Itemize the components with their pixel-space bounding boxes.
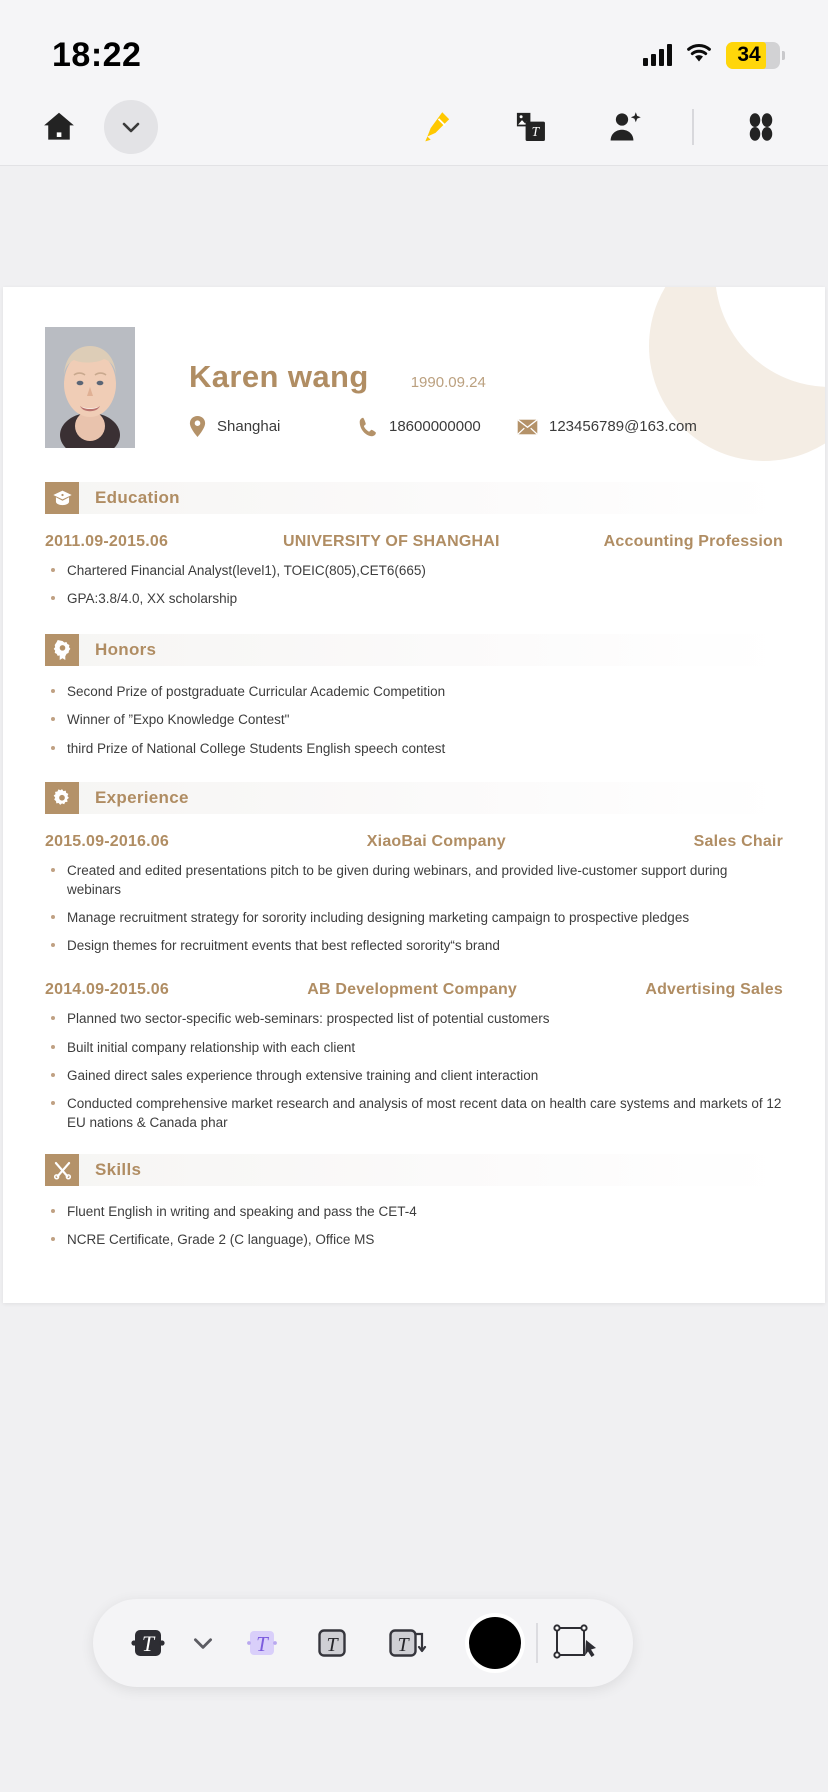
list-item: Gained direct sales experience through e… (45, 1066, 783, 1085)
chevron-down-icon[interactable] (104, 99, 158, 154)
text-wrap-icon[interactable]: T (370, 1621, 454, 1665)
toolbar-divider (692, 108, 694, 145)
contact-row: Shanghai 18600000000 123456789@163.com (189, 416, 825, 437)
bullet-list-honors: Second Prize of postgraduate Curricular … (45, 682, 783, 757)
gear-icon (45, 781, 79, 814)
avatar (45, 327, 135, 448)
resume-name: Karen wang (189, 359, 369, 394)
selected-color[interactable] (469, 1617, 522, 1669)
editor-canvas[interactable]: Karen wang 1990.09.24 Shanghai 186000000… (0, 166, 828, 1792)
bullet-list-experience-1: Planned two sector-specific web-seminars… (45, 1009, 783, 1132)
bullet-list-education: Chartered Financial Analyst(level1), TOE… (45, 561, 783, 608)
list-item: Planned two sector-specific web-seminars… (45, 1009, 783, 1028)
award-ribbon-icon (45, 634, 79, 667)
text-style-purple-icon[interactable]: T (231, 1619, 294, 1667)
list-item: Created and edited presentations pitch t… (45, 861, 783, 899)
bullet-list-experience-0: Created and edited presentations pitch t… (45, 861, 783, 956)
color-swatch-icon[interactable] (454, 1617, 536, 1669)
list-item: Second Prize of postgraduate Curricular … (45, 682, 783, 701)
contact-email-value: 123456789@163.com (549, 418, 697, 435)
resume-birthdate: 1990.09.24 (410, 374, 486, 391)
entry-experience-0: 2015.09-2016.06 XiaoBai Company Sales Ch… (45, 833, 783, 851)
location-pin-icon (189, 416, 206, 437)
resume-header: Karen wang 1990.09.24 Shanghai 186000000… (3, 287, 825, 448)
graduation-cap-icon (45, 482, 79, 514)
battery-icon: 34 (726, 41, 785, 69)
svg-text:T: T (326, 1634, 339, 1656)
envelope-icon (517, 418, 538, 435)
svg-text:T: T (256, 1632, 269, 1656)
list-item: Chartered Financial Analyst(level1), TOE… (45, 561, 783, 580)
phone-icon (359, 417, 378, 437)
entry-role: Accounting Profession (603, 533, 783, 550)
entry-org: UNIVERSITY OF SHANGHAI (283, 533, 500, 550)
entry-date: 2014.09-2015.06 (45, 981, 169, 999)
list-item: third Prize of National College Students… (45, 739, 783, 758)
section-header-experience: Experience (45, 781, 783, 814)
cellular-signal-icon (643, 44, 672, 66)
entry-org: AB Development Company (307, 981, 518, 999)
entry-role: Sales Chair (693, 832, 783, 850)
svg-text:T: T (397, 1634, 410, 1656)
status-time: 18:22 (52, 35, 142, 74)
entry-experience-1: 2014.09-2015.06 AB Development Company A… (45, 981, 783, 999)
text-outline-icon[interactable]: T (293, 1621, 369, 1665)
section-title-education: Education (95, 488, 180, 507)
battery-level: 34 (737, 43, 761, 66)
highlighter-pen-icon[interactable] (410, 100, 464, 154)
entry-date: 2015.09-2016.06 (45, 832, 169, 850)
list-item: Fluent English in writing and speaking a… (45, 1202, 783, 1221)
tools-cross-icon (45, 1154, 79, 1187)
home-icon[interactable] (32, 100, 86, 154)
section-title-honors: Honors (95, 640, 157, 660)
list-item: Built initial company relationship with … (45, 1038, 783, 1057)
resume-document[interactable]: Karen wang 1990.09.24 Shanghai 186000000… (3, 287, 825, 1303)
section-title-skills: Skills (95, 1160, 142, 1180)
text-box-selected-icon[interactable]: T (121, 1619, 176, 1667)
grid-apps-icon[interactable] (734, 100, 788, 154)
list-item: GPA:3.8/4.0, XX scholarship (45, 589, 783, 608)
contact-phone: 18600000000 (359, 417, 517, 437)
wifi-icon (685, 42, 713, 69)
bullet-list-skills: Fluent English in writing and speaking a… (45, 1202, 783, 1249)
app-toolbar: T (0, 88, 828, 166)
list-item: Conducted comprehensive market research … (45, 1094, 783, 1132)
entry-org: XiaoBai Company (366, 832, 506, 850)
section-header-honors: Honors (45, 634, 783, 667)
list-item: Design themes for recruitment events tha… (45, 936, 783, 955)
section-title-experience: Experience (95, 787, 189, 807)
list-item: Winner of ”Expo Knowledge Contest" (45, 710, 783, 729)
entry-date: 2011.09-2015.06 (45, 533, 169, 550)
contact-location: Shanghai (189, 416, 359, 437)
list-item: NCRE Certificate, Grade 2 (C language), … (45, 1230, 783, 1249)
status-indicators: 34 (643, 41, 785, 69)
contact-email: 123456789@163.com (517, 418, 697, 435)
entry-role: Advertising Sales (645, 981, 783, 999)
list-item: Manage recruitment strategy for sorority… (45, 908, 783, 927)
status-bar: 18:22 34 (0, 0, 828, 88)
contact-location-value: Shanghai (217, 418, 281, 435)
svg-text:T: T (142, 1631, 156, 1656)
section-header-skills: Skills (45, 1154, 783, 1187)
chevron-down-icon[interactable] (176, 1630, 231, 1656)
contact-phone-value: 18600000000 (389, 418, 481, 435)
entry-education-0: 2011.09-2015.06 UNIVERSITY OF SHANGHAI A… (45, 533, 783, 551)
bottom-toolbar[interactable]: T T T T (93, 1599, 633, 1687)
transform-text-icon[interactable] (538, 1620, 609, 1666)
image-to-text-icon[interactable]: T (504, 100, 558, 154)
ai-photo-enhance-icon[interactable] (598, 100, 652, 154)
section-header-education: Education (45, 482, 783, 514)
